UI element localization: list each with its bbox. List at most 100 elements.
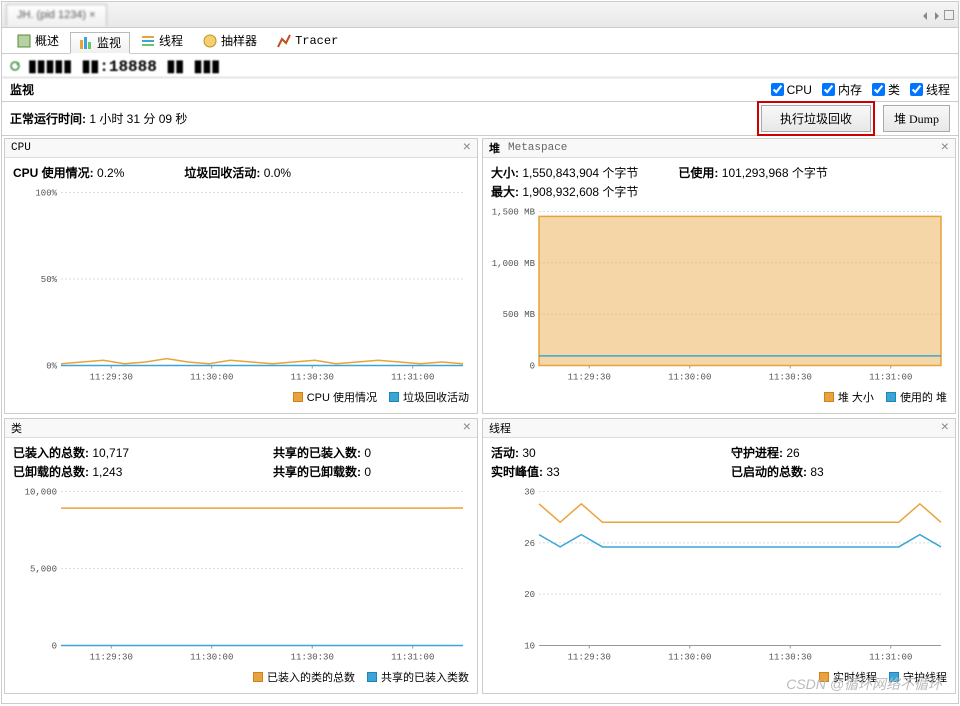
svg-text:10: 10 [524, 642, 535, 652]
refresh-icon[interactable] [8, 59, 22, 73]
legend-item: 共享的已装入类数 [367, 669, 469, 685]
monitor-section: 监视 CPU 内存 类 线程 [2, 78, 958, 102]
host-label: ▮▮▮▮▮ ▮▮:18888 ▮▮ ▮▮▮ [28, 56, 220, 76]
tab-overview[interactable]: 概述 [8, 30, 68, 52]
threads-live-value: 30 [522, 446, 535, 460]
sampler-icon [203, 34, 217, 48]
svg-text:100%: 100% [35, 189, 57, 199]
tab-overview-label: 概述 [35, 32, 59, 49]
threads-daemon-value: 26 [786, 446, 799, 460]
svg-text:11:30:30: 11:30:30 [291, 653, 334, 663]
heap-used-value: 101,293,968 个字节 [722, 166, 828, 180]
monitor-icon [79, 36, 93, 50]
svg-text:0: 0 [530, 362, 535, 372]
legend-item: 已装入的类的总数 [253, 669, 355, 685]
check-cpu[interactable]: CPU [771, 81, 812, 98]
cpu-chart: 0%50%100%11:29:3011:30:0011:30:3011:31:0… [13, 187, 469, 387]
classes-chart: 05,00010,00011:29:3011:30:0011:30:3011:3… [13, 486, 469, 667]
threads-panel: 线程 × 活动: 30 守护进程: 26 实时峰值: 33 已启动的总数: 83… [482, 418, 956, 694]
threads-panel-title: 线程 [489, 420, 511, 436]
classes-sloaded-label: 共享的已装入数: [273, 446, 361, 460]
legend-item: 守护线程 [889, 669, 947, 685]
check-memory[interactable]: 内存 [822, 81, 862, 98]
close-icon[interactable]: × [463, 140, 471, 156]
svg-text:26: 26 [524, 539, 535, 549]
classes-panel: 类 × 已装入的总数: 10,717 共享的已装入数: 0 已卸载的总数: 1,… [4, 418, 478, 694]
action-row: 正常运行时间: 1 小时 31 分 09 秒 执行垃圾回收 堆 Dump [2, 102, 958, 136]
tab-sampler[interactable]: 抽样器 [194, 30, 266, 52]
svg-text:5,000: 5,000 [30, 565, 57, 575]
cpu-usage-label: CPU 使用情况: [13, 166, 94, 180]
heap-panel-tab2[interactable]: Metaspace [508, 142, 567, 154]
classes-sloaded-value: 0 [364, 446, 371, 460]
close-icon[interactable]: × [941, 140, 949, 156]
svg-text:11:29:30: 11:29:30 [568, 653, 611, 663]
classes-sunloaded-value: 0 [364, 465, 371, 479]
legend-item: 垃圾回收活动 [389, 389, 469, 405]
heap-used-label: 已使用: [678, 166, 718, 180]
cpu-panel-title: CPU [11, 142, 31, 154]
svg-text:0%: 0% [46, 362, 57, 372]
cpu-gc-value: 0.0% [264, 166, 291, 180]
check-classes[interactable]: 类 [872, 81, 900, 98]
monitor-title: 监视 [10, 81, 34, 98]
tab-menu-icon[interactable] [944, 10, 954, 20]
svg-text:1,500 MB: 1,500 MB [492, 208, 536, 218]
tab-sampler-label: 抽样器 [221, 32, 257, 49]
svg-text:11:30:00: 11:30:00 [190, 653, 233, 663]
cpu-gc-label: 垃圾回收活动: [184, 166, 260, 180]
heap-max-value: 1,908,932,608 个字节 [522, 185, 638, 199]
classes-unloaded-value: 1,243 [92, 465, 122, 479]
svg-text:30: 30 [524, 488, 535, 498]
svg-text:1,000 MB: 1,000 MB [492, 259, 536, 269]
threads-daemon-label: 守护进程: [731, 446, 783, 460]
gc-highlight: 执行垃圾回收 [757, 101, 875, 136]
svg-text:11:31:00: 11:31:00 [869, 653, 912, 663]
cpu-usage-value: 0.2% [97, 166, 124, 180]
threads-started-value: 83 [810, 465, 823, 479]
host-bar: ▮▮▮▮▮ ▮▮:18888 ▮▮ ▮▮▮ [2, 54, 958, 78]
uptime-label: 正常运行时间: 1 小时 31 分 09 秒 [10, 110, 187, 127]
svg-text:11:30:00: 11:30:00 [668, 653, 711, 663]
heap-max-label: 最大: [491, 185, 519, 199]
legend-item: 使用的 堆 [886, 389, 947, 405]
nav-prev-icon[interactable] [920, 10, 930, 20]
threads-peak-label: 实时峰值: [491, 465, 543, 479]
svg-text:11:30:30: 11:30:30 [769, 653, 812, 663]
close-icon[interactable]: × [463, 420, 471, 436]
tab-threads[interactable]: 线程 [132, 30, 192, 52]
check-threads[interactable]: 线程 [910, 81, 950, 98]
classes-loaded-value: 10,717 [92, 446, 129, 460]
tab-monitor[interactable]: 监视 [70, 32, 130, 54]
app-tab[interactable]: JH. (pid 1234) × [6, 4, 107, 26]
tab-monitor-label: 监视 [97, 34, 121, 51]
gc-button[interactable]: 执行垃圾回收 [761, 105, 871, 132]
tab-tracer-label: Tracer [295, 34, 338, 48]
tab-tracer[interactable]: Tracer [268, 30, 347, 52]
tab-threads-label: 线程 [159, 32, 183, 49]
svg-text:11:31:00: 11:31:00 [869, 373, 912, 383]
heap-panel-title[interactable]: 堆 [489, 140, 500, 156]
threads-live-label: 活动: [491, 446, 519, 460]
heap-dump-button[interactable]: 堆 Dump [883, 105, 950, 132]
legend-item: 堆 大小 [824, 389, 874, 405]
heap-chart: 0500 MB1,000 MB1,500 MB11:29:3011:30:001… [491, 206, 947, 387]
svg-text:11:29:30: 11:29:30 [90, 653, 133, 663]
heap-size-value: 1,550,843,904 个字节 [522, 166, 638, 180]
svg-text:11:29:30: 11:29:30 [568, 373, 611, 383]
nav-next-icon[interactable] [932, 10, 942, 20]
legend-item: 实时线程 [819, 669, 877, 685]
classes-sunloaded-label: 共享的已卸载数: [273, 465, 361, 479]
svg-text:10,000: 10,000 [25, 488, 57, 498]
svg-text:50%: 50% [41, 275, 58, 285]
svg-text:500 MB: 500 MB [503, 310, 536, 320]
threads-chart: 1020263011:29:3011:30:0011:30:3011:31:00 [491, 486, 947, 667]
threads-icon [141, 34, 155, 48]
close-icon[interactable]: × [941, 420, 949, 436]
classes-panel-title: 类 [11, 420, 22, 436]
legend-item: CPU 使用情况 [293, 389, 377, 405]
svg-text:11:30:30: 11:30:30 [769, 373, 812, 383]
threads-peak-value: 33 [546, 465, 559, 479]
svg-text:11:29:30: 11:29:30 [90, 373, 133, 383]
heap-size-label: 大小: [491, 166, 519, 180]
